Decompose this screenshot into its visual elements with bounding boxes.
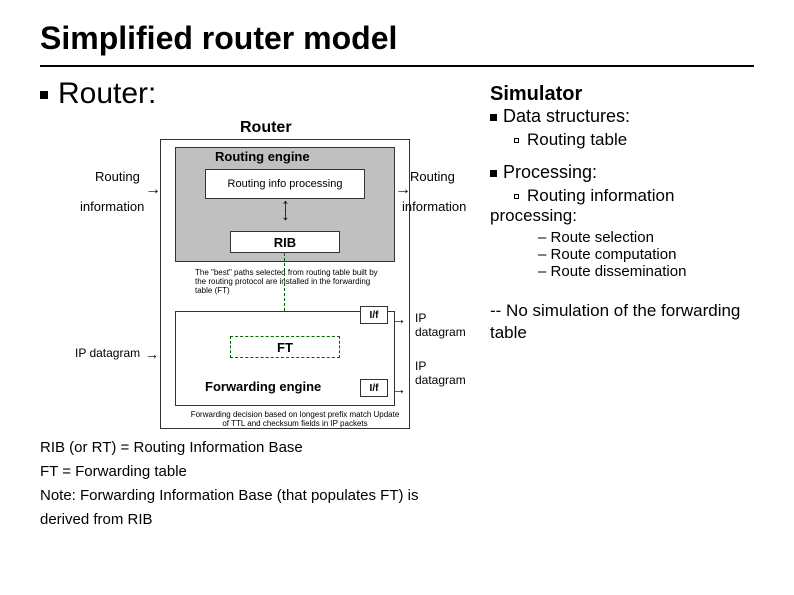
routing-table-item: Routing table: [490, 130, 754, 150]
processing-row: Processing:: [490, 162, 754, 183]
ip-datagram-left: IP datagram: [75, 346, 140, 360]
arrow-right-icon: →: [395, 181, 411, 199]
ft-box: FT: [230, 336, 340, 358]
forwarding-note: Forwarding decision based on longest pre…: [190, 411, 400, 429]
slide: Simplified router model Router: Router R…: [0, 0, 794, 552]
content-row: Router: Router Routing engine Routing in…: [40, 77, 754, 532]
data-structures-row: Data structures:: [490, 106, 754, 127]
rib-box: RIB: [230, 231, 340, 253]
router-diagram: Router Routing engine Routing info proce…: [40, 111, 470, 431]
information-label-left: information: [80, 199, 144, 214]
arrow-right-icon: →: [392, 381, 406, 397]
data-structures-label: Data structures:: [503, 106, 630, 126]
bidir-arrow-icon: ↑↓: [281, 201, 290, 219]
router-heading-row: Router:: [40, 77, 470, 111]
rip-item: Routing information processing:: [490, 186, 754, 226]
divider: [40, 65, 754, 67]
left-column: Router: Router Routing engine Routing in…: [40, 77, 470, 532]
ip-datagram-right-2: IP datagram: [415, 359, 470, 387]
route-dissemination: – Route dissemination: [538, 263, 754, 280]
simulator-heading: Simulator: [490, 83, 754, 106]
bullet-icon: [490, 114, 497, 121]
information-label-right: information: [402, 199, 466, 214]
bullet-icon: [514, 194, 519, 199]
bullet-icon: [40, 91, 48, 99]
routing-engine-label: Routing engine: [215, 149, 310, 164]
bullet-icon: [490, 170, 497, 177]
route-computation: – Route computation: [538, 246, 754, 263]
interface-box-top: I/f: [360, 306, 388, 324]
arrow-right-icon: →: [145, 346, 159, 362]
router-heading: Router:: [58, 77, 156, 111]
arrow-right-icon: →: [145, 181, 161, 199]
router-label: Router: [240, 119, 292, 137]
ip-datagram-right-1: IP datagram: [415, 311, 470, 339]
bullet-icon: [514, 138, 519, 143]
route-selection: – Route selection: [538, 229, 754, 246]
forwarding-engine-label: Forwarding engine: [205, 379, 321, 394]
arrow-right-icon: →: [392, 311, 406, 327]
right-column: Simulator Data structures: Routing table…: [490, 77, 754, 532]
ft-definition: FT = Forwarding table: [40, 460, 470, 484]
rib-definition: RIB (or RT) = Routing Information Base: [40, 436, 470, 460]
routing-label-left: Routing: [95, 169, 140, 184]
fib-note: Note: Forwarding Information Base (that …: [40, 484, 470, 532]
best-paths-note: The "best" paths selected from routing t…: [195, 269, 385, 295]
interface-box-bottom: I/f: [360, 379, 388, 397]
slide-title: Simplified router model: [40, 20, 754, 57]
no-simulation-note: -- No simulation of the forwarding table: [490, 300, 754, 344]
processing-label: Processing:: [503, 162, 597, 182]
routing-label-right: Routing: [410, 169, 455, 184]
footer-definitions: RIB (or RT) = Routing Information Base F…: [40, 436, 470, 532]
